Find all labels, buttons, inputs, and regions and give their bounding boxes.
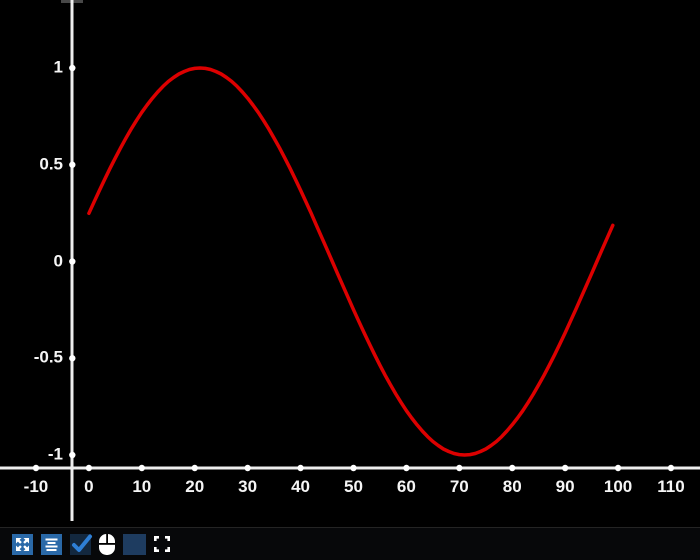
x-tick-label: 40 [291, 477, 310, 497]
color-swatch-button[interactable] [123, 534, 146, 555]
fullscreen-button[interactable] [154, 536, 170, 552]
x-tick-label: 60 [397, 477, 416, 497]
x-tick-dot [509, 465, 515, 471]
checkbox-checked-icon [70, 534, 91, 555]
x-tick-label: 30 [238, 477, 257, 497]
x-tick-label: 90 [556, 477, 575, 497]
x-tick-label: 70 [450, 477, 469, 497]
x-tick-label: 110 [657, 477, 684, 497]
center-lines-icon [41, 534, 62, 555]
fullscreen-corners-icon [154, 536, 170, 552]
y-tick-dot [69, 452, 75, 458]
autoscale-button[interactable] [12, 534, 33, 555]
x-tick-dot [456, 465, 462, 471]
x-tick-dot [615, 465, 621, 471]
x-tick-label: -10 [24, 477, 49, 497]
center-traces-button[interactable] [41, 534, 62, 555]
x-tick-dot [139, 465, 145, 471]
y-tick-label: -1 [48, 445, 63, 465]
x-tick-dot [33, 465, 39, 471]
series-lines [89, 68, 613, 455]
series-sine-wave [89, 68, 613, 455]
x-tick-label: 10 [132, 477, 151, 497]
tick-dots [33, 65, 674, 471]
x-tick-dot [192, 465, 198, 471]
y-tick-label: 1 [54, 58, 63, 78]
x-tick-dot [403, 465, 409, 471]
y-tick-label: 0.5 [39, 154, 63, 174]
y-tick-dot [69, 258, 75, 264]
x-tick-dot [350, 465, 356, 471]
y-tick-label: 0 [54, 251, 63, 271]
x-tick-dot [668, 465, 674, 471]
x-tick-label: 100 [604, 477, 632, 497]
mouse-mode-button[interactable] [99, 534, 115, 555]
x-tick-dot [562, 465, 568, 471]
x-tick-label: 80 [503, 477, 522, 497]
chart-svg [0, 0, 700, 527]
mouse-icon [99, 534, 115, 555]
bottom-toolbar [0, 527, 700, 560]
x-tick-dot [244, 465, 250, 471]
x-tick-label: 20 [185, 477, 204, 497]
y-tick-dot [69, 162, 75, 168]
toggle-checkbox-button[interactable] [70, 534, 91, 555]
x-tick-dot [86, 465, 92, 471]
x-tick-label: 50 [344, 477, 363, 497]
filled-square-swatch-icon [123, 534, 146, 555]
y-tick-dot [69, 355, 75, 361]
expand-arrows-icon [12, 534, 33, 555]
x-tick-label: 0 [84, 477, 93, 497]
x-tick-dot [297, 465, 303, 471]
y-tick-label: -0.5 [34, 348, 63, 368]
chart-canvas[interactable]: -10 0 10 20 30 40 50 60 70 80 90 100 110 1 0.5 0 -0.5 -1 [0, 0, 700, 527]
y-tick-dot [69, 65, 75, 71]
